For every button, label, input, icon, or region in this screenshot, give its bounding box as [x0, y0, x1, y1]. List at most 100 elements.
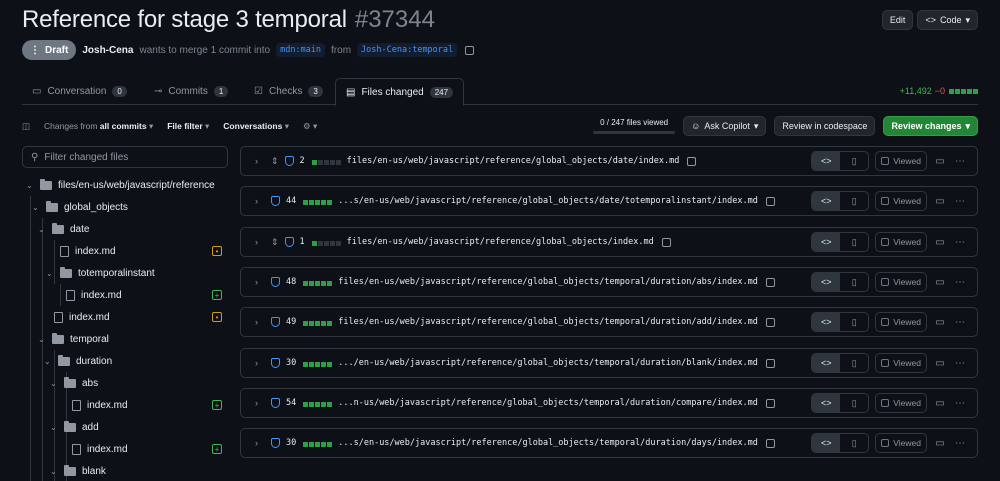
file-diff-header[interactable]: › ⇕ 2 files/en-us/web/javascript/reference/…: [240, 146, 978, 176]
viewed-checkbox[interactable]: Viewed: [875, 191, 927, 211]
copy-icon[interactable]: [465, 45, 475, 55]
code-icon[interactable]: <>: [812, 192, 841, 210]
code-icon[interactable]: <>: [812, 394, 841, 412]
file-icon[interactable]: ▯: [840, 152, 868, 170]
kebab-menu-icon[interactable]: ⋯: [953, 156, 967, 167]
tab-conversation[interactable]: ▭ Conversation 0: [22, 78, 137, 105]
file-diff-header[interactable]: › 30 ...s/en-us/web/javascript/reference/g…: [240, 428, 978, 458]
file-path[interactable]: files/en-us/web/javascript/reference/glo…: [338, 277, 758, 287]
comment-icon[interactable]: ▭: [933, 237, 947, 248]
ask-copilot-button[interactable]: ☺ Ask Copilot ▾: [683, 116, 767, 136]
viewed-checkbox[interactable]: Viewed: [875, 151, 927, 171]
viewed-checkbox[interactable]: Viewed: [875, 353, 927, 373]
changes-from-dropdown[interactable]: Changes from all commits ▾: [44, 121, 153, 132]
copy-icon[interactable]: [687, 156, 697, 166]
comment-icon[interactable]: ▭: [933, 398, 947, 409]
kebab-menu-icon[interactable]: ⋯: [953, 196, 967, 207]
code-icon[interactable]: <>: [812, 152, 841, 170]
tree-file-totemporalinstant-index[interactable]: index.md +: [66, 284, 228, 306]
file-icon[interactable]: ▯: [840, 192, 868, 210]
comment-icon[interactable]: ▭: [933, 438, 947, 449]
sidebar-toggle-icon[interactable]: ◫: [22, 121, 30, 132]
copy-icon[interactable]: [765, 398, 775, 408]
settings-gear-icon[interactable]: ⚙ ▾: [303, 121, 317, 132]
code-icon[interactable]: <>: [812, 434, 841, 452]
code-icon[interactable]: <>: [812, 354, 841, 372]
file-path[interactable]: ...n-us/web/javascript/reference/global_…: [338, 398, 758, 408]
file-icon[interactable]: ▯: [840, 434, 868, 452]
tree-folder-global-objects[interactable]: ⌄ global_objects: [32, 196, 128, 218]
tree-file-add-index[interactable]: index.md +: [72, 438, 228, 460]
file-diff-header[interactable]: › ⇕ 1 files/en-us/web/javascript/reference/…: [240, 227, 978, 257]
copy-icon[interactable]: [765, 196, 775, 206]
tree-folder-date[interactable]: ⌄ date: [38, 218, 89, 240]
tree-file-global-objects-index[interactable]: index.md •: [54, 306, 228, 328]
file-icon[interactable]: ▯: [840, 354, 868, 372]
file-diff-header[interactable]: › 48 files/en-us/web/javascript/reference/…: [240, 267, 978, 297]
filter-files-input[interactable]: ⚲ Filter changed files: [22, 146, 228, 168]
file-path[interactable]: .../en-us/web/javascript/reference/globa…: [338, 358, 758, 368]
file-path[interactable]: ...s/en-us/web/javascript/reference/glob…: [338, 196, 758, 206]
chevron-right-icon[interactable]: ›: [255, 398, 265, 408]
chevron-right-icon[interactable]: ›: [255, 438, 265, 448]
tree-file-abs-index[interactable]: index.md +: [72, 394, 228, 416]
base-branch[interactable]: mdn:main: [276, 43, 326, 57]
chevron-right-icon[interactable]: ›: [255, 196, 265, 206]
file-path[interactable]: files/en-us/web/javascript/reference/glo…: [347, 156, 680, 166]
viewed-checkbox[interactable]: Viewed: [875, 393, 927, 413]
chevron-right-icon[interactable]: ›: [255, 317, 265, 327]
tree-file-date-index[interactable]: index.md •: [60, 240, 228, 262]
file-path[interactable]: ...s/en-us/web/javascript/reference/glob…: [338, 438, 758, 448]
kebab-menu-icon[interactable]: ⋯: [953, 277, 967, 288]
tree-folder-temporal[interactable]: ⌄ temporal: [38, 328, 109, 350]
tree-folder-add[interactable]: ⌄ add: [50, 416, 99, 438]
file-icon[interactable]: ▯: [840, 313, 868, 331]
file-diff-header[interactable]: › 30 .../en-us/web/javascript/reference/gl…: [240, 348, 978, 378]
expand-all-icon[interactable]: ⇕: [271, 156, 279, 167]
tree-folder-abs[interactable]: ⌄ abs: [50, 372, 98, 394]
file-icon[interactable]: ▯: [840, 394, 868, 412]
copy-icon[interactable]: [765, 317, 775, 327]
conversations-dropdown[interactable]: Conversations ▾: [223, 121, 289, 132]
kebab-menu-icon[interactable]: ⋯: [953, 317, 967, 328]
comment-icon[interactable]: ▭: [933, 196, 947, 207]
file-diff-header[interactable]: › 54 ...n-us/web/javascript/reference/glob…: [240, 388, 978, 418]
copy-icon[interactable]: [765, 438, 775, 448]
viewed-checkbox[interactable]: Viewed: [875, 433, 927, 453]
copy-icon[interactable]: [661, 237, 671, 247]
code-icon[interactable]: <>: [812, 233, 841, 251]
chevron-right-icon[interactable]: ›: [255, 358, 265, 368]
comment-icon[interactable]: ▭: [933, 358, 947, 369]
kebab-menu-icon[interactable]: ⋯: [953, 358, 967, 369]
comment-icon[interactable]: ▭: [933, 317, 947, 328]
tree-folder-totemporalinstant[interactable]: ⌄ totemporalinstant: [46, 262, 155, 284]
tree-folder-duration[interactable]: ⌄ duration: [44, 350, 112, 372]
tab-files-changed[interactable]: ▤ Files changed 247: [335, 78, 465, 106]
tree-folder-blank[interactable]: ⌄ blank: [50, 460, 106, 481]
file-diff-header[interactable]: › 44 ...s/en-us/web/javascript/reference/g…: [240, 186, 978, 216]
copy-icon[interactable]: [765, 277, 775, 287]
file-filter-dropdown[interactable]: File filter ▾: [167, 121, 209, 132]
author-link[interactable]: Josh-Cena: [82, 45, 133, 56]
file-path[interactable]: files/en-us/web/javascript/reference/glo…: [338, 317, 758, 327]
head-branch[interactable]: Josh-Cena:temporal: [357, 43, 458, 57]
file-icon[interactable]: ▯: [840, 233, 868, 251]
copy-icon[interactable]: [765, 358, 775, 368]
review-changes-button[interactable]: Review changes ▾: [883, 116, 978, 136]
tree-folder-reference[interactable]: ⌄ files/en-us/web/javascript/reference: [26, 174, 215, 196]
expand-all-icon[interactable]: ⇕: [271, 237, 279, 248]
tab-checks[interactable]: ☑ Checks 3: [244, 78, 333, 105]
kebab-menu-icon[interactable]: ⋯: [953, 237, 967, 248]
edit-button[interactable]: Edit: [881, 10, 914, 30]
code-button[interactable]: <> Code ▾: [917, 10, 978, 30]
code-icon[interactable]: <>: [812, 313, 841, 331]
file-icon[interactable]: ▯: [840, 273, 868, 291]
tab-commits[interactable]: ⊸ Commits 1: [144, 78, 238, 105]
viewed-checkbox[interactable]: Viewed: [875, 312, 927, 332]
chevron-right-icon[interactable]: ›: [255, 156, 265, 166]
file-diff-header[interactable]: › 49 files/en-us/web/javascript/reference/…: [240, 307, 978, 337]
viewed-checkbox[interactable]: Viewed: [875, 232, 927, 252]
kebab-menu-icon[interactable]: ⋯: [953, 438, 967, 449]
viewed-checkbox[interactable]: Viewed: [875, 272, 927, 292]
file-path[interactable]: files/en-us/web/javascript/reference/glo…: [347, 237, 654, 247]
